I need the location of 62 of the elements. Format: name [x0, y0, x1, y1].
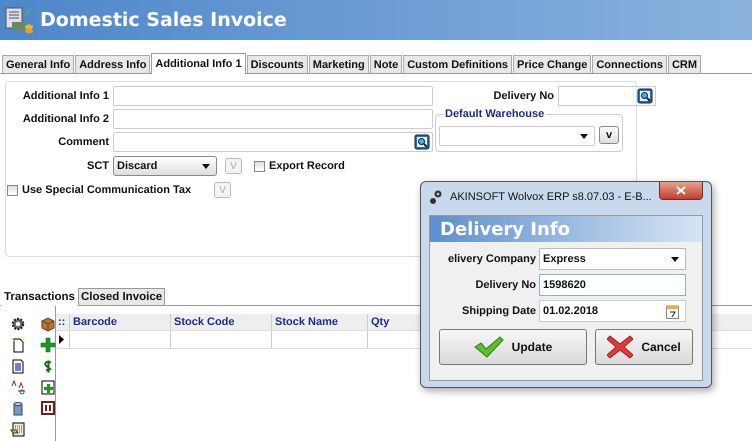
delivery-company-dropdown[interactable]: Express [539, 248, 686, 270]
column-header[interactable]: Stock Name [272, 314, 368, 330]
document-icon[interactable] [10, 358, 26, 374]
dialog-header: Delivery Info [430, 216, 702, 242]
input-field[interactable] [113, 109, 433, 129]
field-label: Additional Info 1 [22, 90, 110, 102]
field-label: SCT [86, 160, 110, 172]
box-icon[interactable] [40, 316, 56, 332]
close-icon [676, 186, 686, 195]
field-label: Delivery No [492, 90, 555, 102]
calendar-icon[interactable] [666, 304, 679, 318]
field-label: Delivery No [474, 279, 537, 291]
cancel-button[interactable]: Cancel [595, 329, 693, 365]
search-icon[interactable] [637, 88, 653, 104]
sct-dropdown[interactable]: Discard [113, 156, 217, 176]
input-field[interactable] [558, 86, 656, 106]
dropdown-arrow-icon[interactable] [671, 256, 679, 262]
clipboard-icon[interactable] [10, 421, 26, 437]
checkbox[interactable] [254, 160, 265, 172]
checkbox[interactable] [7, 184, 18, 196]
dropdown-arrow-icon[interactable] [202, 164, 210, 168]
pause-icon[interactable] [40, 400, 56, 416]
close-icon [607, 335, 634, 359]
date-field[interactable]: 01.02.2018 [539, 300, 686, 322]
tab[interactable]: Note [370, 55, 402, 73]
tab[interactable]: Custom Definitions [403, 55, 512, 73]
tab[interactable]: Address Info [75, 55, 150, 73]
tab[interactable]: CRM [668, 55, 702, 73]
invoice-icon [4, 5, 34, 35]
current-row-icon [59, 335, 64, 344]
tab[interactable]: General Info [2, 55, 74, 73]
add-document-icon[interactable] [40, 379, 56, 395]
close-button[interactable] [659, 182, 703, 200]
checkbox-label: Use Special Communication Tax [22, 184, 192, 196]
column-header: :: [56, 314, 70, 330]
window-title: Domestic Sales Invoice [40, 9, 287, 31]
checkmark-icon [474, 336, 504, 358]
field-label: Additional Info 2 [22, 113, 110, 125]
tab[interactable]: Connections [592, 55, 667, 73]
tab[interactable]: Marketing [308, 55, 369, 73]
value-button[interactable]: v [599, 126, 619, 144]
tab[interactable]: Closed Invoice [78, 288, 166, 305]
dropdown-arrow-icon[interactable] [580, 134, 588, 138]
tab[interactable]: Additional Info 1 [151, 53, 246, 74]
column-header[interactable]: Barcode [70, 314, 171, 330]
field-label: Comment [57, 136, 110, 148]
update-button[interactable]: Update [439, 329, 587, 365]
input-field[interactable] [113, 86, 433, 106]
gear-icon[interactable] [10, 316, 26, 332]
group-title: Default Warehouse [443, 108, 546, 120]
dialog-title: AKINSOFT Wolvox ERP s8.07.03 - E-B... [450, 191, 652, 203]
field-label: elivery Company [446, 253, 537, 265]
tab[interactable]: Price Change [513, 55, 592, 73]
new-document-icon[interactable] [10, 337, 26, 353]
column-header[interactable]: Stock Code [171, 314, 272, 330]
search-icon[interactable] [414, 134, 430, 150]
delivery-no-field[interactable]: 1598620 [539, 274, 686, 296]
checkbox-label: Export Record [269, 160, 345, 172]
input-field[interactable] [113, 132, 433, 152]
plus-icon[interactable] [40, 337, 56, 353]
tab[interactable]: Discounts [246, 55, 308, 73]
field-label: Shipping Date [461, 305, 537, 317]
